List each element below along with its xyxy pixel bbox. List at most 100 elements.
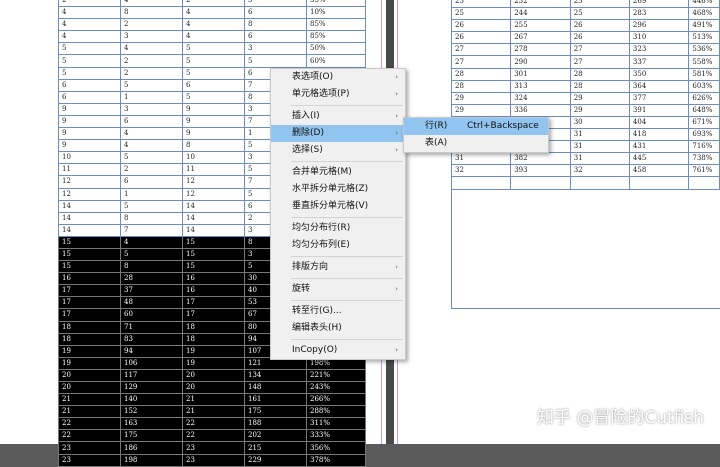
right-table-cell[interactable]: 29 bbox=[450, 91, 512, 105]
left-table-cell[interactable]: 4 bbox=[182, 30, 245, 44]
left-table-cell[interactable]: 2 bbox=[120, 18, 183, 32]
left-table-cell[interactable]: 288% bbox=[306, 405, 366, 419]
left-table-cell[interactable]: 15 bbox=[182, 235, 245, 249]
left-table-cell[interactable]: 229 bbox=[244, 453, 307, 467]
left-table-cell[interactable]: 22 bbox=[182, 417, 245, 431]
right-table-cell[interactable]: 446% bbox=[688, 0, 720, 9]
menu-item-22[interactable]: InCopy(O) › bbox=[271, 342, 405, 359]
left-table-cell[interactable]: 23 bbox=[182, 453, 245, 467]
delete-submenu[interactable]: 行(R) Ctrl+Backspace 表(A) bbox=[403, 117, 549, 153]
right-table-row[interactable]: 25 244 25 283 468% bbox=[450, 7, 720, 21]
right-table-cell[interactable]: 671% bbox=[688, 115, 720, 130]
right-table-cell[interactable]: 31 bbox=[569, 128, 630, 142]
menu-item-15[interactable]: 排版方向 › bbox=[271, 259, 405, 276]
left-table-cell[interactable]: 4 bbox=[120, 235, 183, 249]
right-table-cell[interactable]: 283 bbox=[628, 7, 690, 21]
left-table-cell[interactable]: 4 bbox=[58, 30, 121, 44]
left-table-cell[interactable]: 311% bbox=[306, 417, 366, 431]
left-table-cell[interactable]: 94 bbox=[120, 344, 183, 358]
left-table-cell[interactable]: 4 bbox=[182, 18, 245, 32]
right-table-cell[interactable]: 25 bbox=[569, 7, 630, 21]
right-table-cell[interactable]: 27 bbox=[450, 43, 512, 57]
left-table-cell[interactable]: 4 bbox=[58, 18, 121, 32]
left-table-cell[interactable]: 20 bbox=[182, 380, 245, 395]
right-table-cell[interactable]: 468% bbox=[688, 7, 720, 21]
left-table-cell[interactable]: 6 bbox=[58, 90, 121, 104]
right-table-cell[interactable]: 30 bbox=[569, 115, 630, 130]
right-table-cell[interactable]: 603% bbox=[688, 79, 720, 93]
left-table-cell[interactable]: 152 bbox=[120, 405, 183, 419]
left-table-cell[interactable]: 129 bbox=[120, 380, 183, 395]
left-table-cell[interactable]: 161 bbox=[244, 393, 307, 407]
left-table-cell[interactable]: 6 bbox=[244, 30, 307, 44]
left-table-cell[interactable]: 20 bbox=[58, 368, 121, 383]
left-table-cell[interactable]: 9 bbox=[58, 139, 121, 153]
left-table-cell[interactable]: 9 bbox=[58, 102, 121, 116]
left-table-cell[interactable]: 106 bbox=[120, 356, 183, 370]
menu-item-5[interactable]: 删除(D) › bbox=[271, 125, 405, 142]
right-table-cell[interactable]: 269 bbox=[628, 0, 690, 9]
delete-row-item[interactable]: 行(R) Ctrl+Backspace bbox=[404, 118, 548, 135]
right-table-cell[interactable]: 255 bbox=[510, 19, 571, 33]
left-table-cell[interactable]: 5 bbox=[120, 247, 183, 262]
left-table-cell[interactable]: 221% bbox=[306, 368, 366, 383]
right-table-cell[interactable]: 418 bbox=[628, 128, 690, 142]
right-table-row[interactable]: 29 324 29 377 626% bbox=[450, 91, 720, 105]
left-table-row[interactable]: 5 4 5 3 50% bbox=[58, 42, 366, 56]
right-table-cell[interactable]: 267 bbox=[510, 31, 571, 45]
left-table-cell[interactable]: 21 bbox=[58, 393, 121, 407]
right-table-cell[interactable] bbox=[450, 176, 512, 190]
right-table-cell[interactable]: 491% bbox=[688, 19, 720, 33]
right-table-cell[interactable] bbox=[688, 176, 720, 190]
left-table-cell[interactable]: 2 bbox=[58, 0, 121, 8]
left-table-cell[interactable]: 15 bbox=[182, 247, 245, 262]
left-table-cell[interactable]: 14 bbox=[58, 199, 121, 213]
left-table-cell[interactable]: 12 bbox=[182, 175, 245, 189]
left-table-cell[interactable]: 8 bbox=[120, 260, 183, 274]
right-table-cell[interactable]: 337 bbox=[628, 55, 690, 69]
left-table-cell[interactable]: 148 bbox=[244, 380, 307, 395]
left-table-cell[interactable]: 378% bbox=[306, 453, 366, 467]
delete-table-item[interactable]: 表(A) bbox=[404, 135, 548, 152]
left-table-cell[interactable]: 5 bbox=[182, 54, 245, 68]
left-table-cell[interactable]: 35% bbox=[306, 0, 366, 8]
right-table-cell[interactable]: 296 bbox=[628, 19, 690, 33]
left-table-cell[interactable]: 5 bbox=[120, 199, 183, 213]
left-table-row[interactable]: 23 198 23 229 378% bbox=[58, 453, 366, 467]
right-table-row[interactable]: 27 290 27 337 558% bbox=[450, 55, 720, 69]
right-table-cell[interactable]: 26 bbox=[450, 31, 512, 45]
left-table-cell[interactable]: 14 bbox=[182, 223, 245, 237]
left-table-row[interactable]: 21 140 21 161 266% bbox=[58, 393, 366, 407]
right-table-cell[interactable]: 27 bbox=[450, 55, 512, 69]
right-table-cell[interactable]: 404 bbox=[628, 115, 690, 130]
right-table-cell[interactable]: 391 bbox=[628, 103, 690, 117]
right-table-cell[interactable]: 458 bbox=[628, 164, 690, 178]
left-table-cell[interactable]: 19 bbox=[182, 344, 245, 358]
left-table-cell[interactable]: 134 bbox=[244, 368, 307, 383]
right-table-cell[interactable]: 32 bbox=[450, 164, 512, 178]
right-table-row[interactable]: 26 255 26 296 491% bbox=[450, 19, 720, 33]
left-table-cell[interactable]: 22 bbox=[58, 429, 121, 443]
left-table-cell[interactable]: 17 bbox=[182, 296, 245, 310]
left-table-row[interactable]: 4 3 4 6 85% bbox=[58, 30, 366, 44]
left-table-cell[interactable]: 266% bbox=[306, 393, 366, 407]
right-table-cell[interactable]: 324 bbox=[510, 91, 571, 105]
right-table-cell[interactable]: 350 bbox=[628, 67, 690, 81]
left-table-cell[interactable]: 4 bbox=[120, 0, 183, 8]
left-table-cell[interactable]: 15 bbox=[58, 247, 121, 262]
left-table-row[interactable]: 4 2 4 8 85% bbox=[58, 18, 366, 32]
right-table-cell[interactable]: 26 bbox=[569, 31, 630, 45]
left-table-cell[interactable]: 22 bbox=[58, 417, 121, 431]
right-table-cell[interactable]: 27 bbox=[569, 43, 630, 57]
left-table-cell[interactable]: 85% bbox=[306, 30, 366, 44]
left-table-cell[interactable]: 6 bbox=[182, 78, 245, 92]
left-table-row[interactable]: 22 175 22 202 333% bbox=[58, 429, 366, 443]
left-table-cell[interactable]: 22 bbox=[182, 429, 245, 443]
menu-item-17[interactable]: 旋转 › bbox=[271, 281, 405, 298]
left-table-cell[interactable]: 20 bbox=[58, 380, 121, 395]
left-table-cell[interactable]: 8 bbox=[120, 211, 183, 225]
menu-item-12[interactable]: 均匀分布行(R) bbox=[271, 220, 405, 237]
right-table-row[interactable]: 29 336 29 391 648% bbox=[450, 103, 720, 117]
left-table-cell[interactable]: 4 bbox=[182, 6, 245, 20]
left-table-row[interactable]: 20 117 20 134 221% bbox=[58, 368, 366, 383]
